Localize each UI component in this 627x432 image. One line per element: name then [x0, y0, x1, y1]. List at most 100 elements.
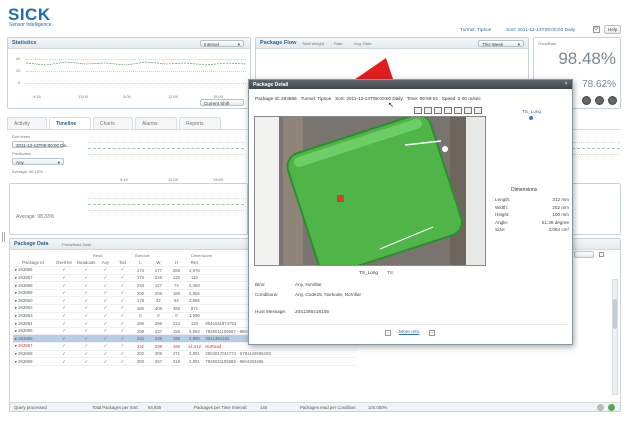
dialog-divider [255, 324, 567, 325]
period-dropdown[interactable]: This Week ▾ [478, 40, 524, 47]
tab-timeline[interactable]: Timeline [49, 117, 91, 129]
cell-check: ✓ [97, 266, 114, 275]
splitter-handle[interactable] [2, 232, 5, 242]
tab-package-data[interactable]: Package Data [14, 241, 48, 247]
cell-check: ✓ [97, 304, 114, 313]
cell-r: 1,596 [185, 312, 204, 321]
table-row[interactable]: ▸263868 ✓ ✓ ✓ ✓ 202 309 471 2,801 2504017011774 -… [13, 350, 358, 359]
fit-icon[interactable] [434, 107, 442, 114]
dimension-label: Width: [495, 204, 509, 210]
cell-check: ✓ [53, 342, 75, 351]
tab-reports[interactable]: Reports [179, 117, 221, 129]
cell-check: ✓ [53, 296, 75, 306]
dimension-row: Height: 100 mm [495, 212, 569, 220]
cell-r: 2,801 [185, 350, 204, 359]
cell-r: 2,856 [185, 296, 204, 306]
kpi-value-secondary: 78.62% [582, 79, 616, 90]
search-box[interactable] [574, 251, 594, 258]
cell-check: ✓ [113, 281, 132, 290]
next-page-icon[interactable] [608, 96, 617, 105]
first-page-icon[interactable] [582, 96, 591, 105]
rotate-icon[interactable] [454, 107, 462, 114]
cell-check: ✓ [53, 357, 75, 366]
flow-subtab[interactable]: Avg. Rate [354, 41, 372, 46]
table-scroll-thumb[interactable] [613, 299, 617, 329]
cell-package-id: ▸263868 [13, 350, 53, 359]
dimension-row: Size: 2,064 cm³ [495, 227, 569, 235]
tab-charts[interactable]: Charts [93, 117, 133, 129]
status-bar: Query processed Total Packages per Sort:… [10, 402, 620, 411]
col-header[interactable]: OverHer [53, 259, 75, 268]
flow-subtab[interactable]: Rate [334, 41, 342, 46]
sort-times-dropdown[interactable]: 2011-12-13T09:00:00 Da... [12, 141, 70, 148]
package-image[interactable] [254, 116, 486, 266]
tab-alarms[interactable]: Alarms [135, 117, 177, 129]
print-icon[interactable] [474, 107, 482, 114]
cell-l: 232 [131, 342, 150, 351]
cell-check: ✓ [113, 334, 132, 344]
dimension-value: 2,064 cm³ [548, 227, 569, 232]
x-tick: 9:15 [33, 94, 41, 99]
cell-check: ✓ [113, 274, 132, 283]
field-label: Bins: [255, 282, 266, 287]
cell-w: 0 [149, 312, 168, 321]
grid-icon[interactable] [444, 107, 452, 114]
col-header[interactable]: L [131, 259, 150, 268]
cell-w: 237 [149, 327, 168, 336]
cell-check: ✓ [53, 334, 75, 344]
cell-check: ✓ [97, 312, 114, 321]
filter-checkbox[interactable] [599, 252, 604, 257]
cell-check: ✓ [75, 334, 98, 344]
cell-check: ✓ [53, 304, 75, 313]
status-interval-value: 140 [260, 405, 268, 410]
cell-r: 5,863 [185, 327, 204, 336]
cell-l: 178 [131, 296, 150, 306]
predicates-dropdown[interactable]: Any ▾ [12, 158, 64, 165]
table-row[interactable]: ▸263869 ✓ ✓ ✓ ✓ 300 257 318 2,801 7836011106588 -… [13, 357, 358, 366]
cell-l: 180 [131, 304, 150, 313]
dimension-label: Length: [495, 197, 511, 202]
col-header[interactable]: Package Id [13, 259, 53, 268]
dialog-close-icon[interactable]: × [563, 82, 569, 88]
zoom-in-icon[interactable] [414, 107, 422, 114]
table-scrollbar[interactable] [612, 279, 618, 395]
cell-check: ✓ [75, 304, 98, 313]
dimension-label: Height: [495, 212, 510, 217]
cell-w: 206 [149, 289, 168, 298]
col-header[interactable]: Res [185, 259, 204, 268]
more-info-link[interactable]: More Info [399, 330, 419, 335]
col-header[interactable]: Tod [113, 259, 132, 268]
tunnel-link[interactable]: Tunnel: Tipsoe [460, 28, 491, 33]
cell-l: 174 [131, 266, 150, 275]
col-header[interactable]: W [149, 259, 168, 268]
cell-package-id: ▸263862 [13, 304, 53, 313]
interval-dropdown[interactable]: Interval ▾ [200, 40, 244, 47]
status-condition-label: Packages read per Condition: [300, 405, 357, 410]
view-icon[interactable] [424, 107, 432, 114]
col-header[interactable]: Any [97, 259, 114, 268]
cell-check: ✓ [97, 289, 114, 298]
next-icon[interactable]: › [429, 330, 435, 336]
help-button[interactable]: Help [604, 25, 622, 34]
cell-package-id: ▸263859 [13, 289, 53, 298]
col-header[interactable]: H [167, 259, 186, 268]
refresh-icon[interactable]: ⟳ [593, 26, 600, 33]
export-icon[interactable] [597, 404, 604, 411]
prev-page-icon[interactable] [595, 96, 604, 105]
cell-h: 0 [167, 312, 186, 321]
settings-icon[interactable] [608, 404, 615, 411]
col-header[interactable]: Readouts [75, 259, 98, 268]
save-icon[interactable] [464, 107, 472, 114]
image-tab-ts[interactable]: TS [387, 270, 393, 275]
tab-activity[interactable]: Activity [7, 117, 47, 129]
prev-icon[interactable]: ‹ [385, 330, 391, 336]
current-shift-button[interactable]: Current Shift [200, 99, 244, 106]
image-tab-ts-long[interactable]: TS_Long [359, 270, 378, 275]
cell-w: 127 [149, 281, 168, 290]
tab-predefined-data[interactable]: Predefined Data [62, 242, 91, 247]
sort-link[interactable]: Sort: 2011-12-13T09:00:00 Daily [506, 28, 575, 33]
statistics-chart [26, 53, 246, 93]
cell-check: ✓ [113, 319, 132, 328]
flow-subtab[interactable]: Total Weight [302, 41, 324, 46]
cell-check: ✓ [113, 312, 132, 321]
